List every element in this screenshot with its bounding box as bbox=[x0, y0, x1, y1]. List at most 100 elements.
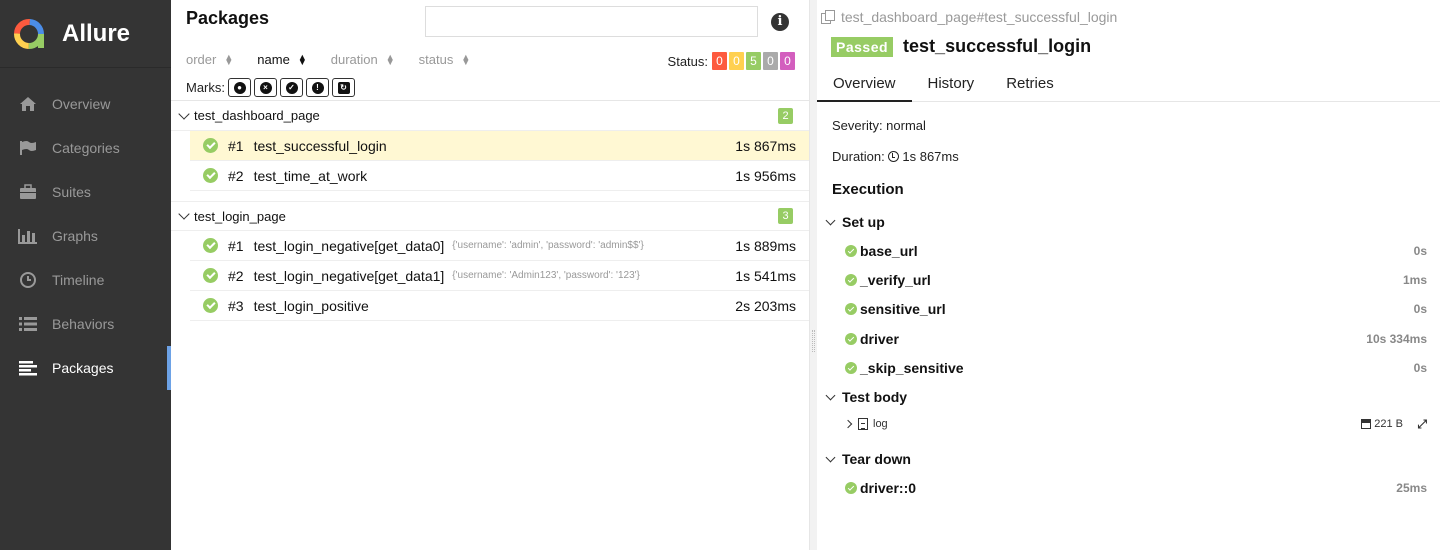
sidebar-item-overview[interactable]: Overview bbox=[0, 82, 171, 126]
sort-duration[interactable]: duration ▲ ▼ bbox=[331, 52, 395, 67]
setup-section-toggle[interactable]: Set up bbox=[825, 214, 885, 230]
test-name: test_time_at_work bbox=[253, 167, 368, 184]
status-badge: Passed bbox=[831, 36, 894, 57]
step-name: base_url bbox=[860, 243, 918, 259]
test-body-section-toggle[interactable]: Test body bbox=[825, 389, 907, 405]
duration-label: Duration: bbox=[832, 149, 885, 164]
test-row[interactable]: #2 test_time_at_work 1s 956ms bbox=[190, 161, 810, 191]
step-row[interactable]: driver 10s 334ms bbox=[845, 331, 1427, 347]
test-number: #2 bbox=[228, 267, 244, 284]
tab-overview[interactable]: Overview bbox=[817, 68, 912, 102]
brand[interactable]: Allure bbox=[0, 0, 171, 68]
mark-new-failed-toggle[interactable]: × bbox=[254, 78, 277, 97]
step-row[interactable]: base_url 0s bbox=[845, 243, 1427, 259]
info-icon[interactable]: i bbox=[771, 13, 789, 31]
sidebar-item-behaviors[interactable]: Behaviors bbox=[0, 302, 171, 346]
sidebar-item-label: Packages bbox=[52, 360, 114, 376]
test-params: {'username': 'Admin123', 'password': '12… bbox=[452, 270, 640, 281]
sidebar-item-label: Overview bbox=[52, 96, 111, 112]
test-name: test_successful_login bbox=[253, 137, 387, 154]
sort-order-label: order bbox=[186, 52, 217, 67]
group-header[interactable]: test_dashboard_page 2 bbox=[171, 101, 809, 131]
step-row[interactable]: _verify_url 1ms bbox=[845, 272, 1427, 288]
pane-splitter[interactable] bbox=[809, 0, 817, 550]
sidebar-item-packages[interactable]: Packages bbox=[0, 346, 171, 390]
step-name: driver::0 bbox=[860, 480, 917, 496]
sidebar-item-categories[interactable]: Categories bbox=[0, 126, 171, 170]
execution-heading: Execution bbox=[832, 181, 904, 198]
sort-name-label: name bbox=[257, 52, 290, 67]
attachment-name: log bbox=[873, 418, 888, 430]
group-header[interactable]: test_login_page 3 bbox=[171, 201, 809, 231]
sort-name[interactable]: name ▲ ▼ bbox=[257, 52, 306, 67]
sidebar-item-suites[interactable]: Suites bbox=[0, 170, 171, 214]
clock-icon bbox=[888, 151, 900, 162]
test-duration: 1s 889ms bbox=[735, 237, 796, 254]
status-failed-toggle[interactable]: 0 bbox=[712, 52, 727, 70]
sidebar-item-label: Graphs bbox=[52, 228, 98, 244]
status-passed-toggle[interactable]: 5 bbox=[746, 52, 761, 70]
test-row[interactable]: #3 test_login_positive 2s 203ms bbox=[190, 291, 810, 321]
sort-bar: order ▲ ▼ name ▲ ▼ duration ▲ ▼ status ▲ ▼ bbox=[186, 52, 494, 67]
passed-status-icon bbox=[203, 268, 218, 283]
sidebar-item-label: Categories bbox=[52, 140, 120, 156]
mark-new-broken-toggle[interactable]: ! bbox=[306, 78, 329, 97]
stage-label: Tear down bbox=[842, 451, 911, 467]
sidebar-item-timeline[interactable]: Timeline bbox=[0, 258, 171, 302]
sidebar-item-graphs[interactable]: Graphs bbox=[0, 214, 171, 258]
status-broken-toggle[interactable]: 0 bbox=[729, 52, 744, 70]
test-row[interactable]: #2 test_login_negative[get_data1] {'user… bbox=[190, 261, 810, 291]
step-name: driver bbox=[860, 331, 899, 347]
step-row[interactable]: driver::0 25ms bbox=[845, 480, 1427, 496]
bar-chart-icon bbox=[18, 226, 38, 246]
passed-status-icon bbox=[845, 333, 857, 345]
sort-status[interactable]: status ▲ ▼ bbox=[419, 52, 471, 67]
refresh-icon: ↻ bbox=[337, 81, 350, 94]
search-input[interactable] bbox=[425, 6, 758, 37]
mark-new-passed-toggle[interactable]: ✓ bbox=[280, 78, 303, 97]
sort-arrows-icon: ▲ ▼ bbox=[297, 51, 307, 67]
teardown-section-toggle[interactable]: Tear down bbox=[825, 451, 911, 467]
duration-info: Duration: 1s 867ms bbox=[832, 149, 959, 164]
status-skipped-toggle[interactable]: 0 bbox=[763, 52, 778, 70]
test-duration: 2s 203ms bbox=[735, 297, 796, 314]
step-duration: 0s bbox=[1413, 302, 1427, 316]
mark-flaky-toggle[interactable]: ● bbox=[228, 78, 251, 97]
tree-group: test_login_page 3 #1 test_login_negative… bbox=[171, 201, 810, 321]
attachment-size-value: 221 B bbox=[1374, 418, 1403, 430]
test-number: #1 bbox=[228, 137, 244, 154]
breadcrumb-text: test_dashboard_page#test_successful_logi… bbox=[841, 9, 1118, 25]
passed-status-icon bbox=[203, 238, 218, 253]
test-row[interactable]: #1 test_login_negative[get_data0] {'user… bbox=[190, 231, 810, 261]
allure-logo-icon bbox=[14, 18, 44, 49]
group-name: test_login_page bbox=[194, 208, 286, 224]
step-duration: 25ms bbox=[1396, 481, 1427, 495]
test-params: {'username': 'admin', 'password': 'admin… bbox=[452, 240, 644, 251]
detail-tabs: Overview History Retries bbox=[817, 68, 1440, 102]
mark-retries-toggle[interactable]: ↻ bbox=[332, 78, 355, 97]
group-count-badge: 2 bbox=[778, 107, 793, 124]
breadcrumb[interactable]: test_dashboard_page#test_successful_logi… bbox=[821, 9, 1117, 25]
duration-value: 1s 867ms bbox=[902, 149, 959, 164]
chevron-down-icon bbox=[178, 208, 190, 220]
times-circle-icon: × bbox=[259, 81, 272, 94]
step-row[interactable]: sensitive_url 0s bbox=[845, 301, 1427, 317]
check-circle-icon: ✓ bbox=[285, 81, 298, 94]
step-row[interactable]: _skip_sensitive 0s bbox=[845, 360, 1427, 376]
passed-status-icon bbox=[203, 168, 218, 183]
test-number: #3 bbox=[228, 297, 244, 314]
step-duration: 10s 334ms bbox=[1366, 332, 1427, 346]
status-label: Status: bbox=[667, 53, 708, 69]
step-duration: 1ms bbox=[1402, 273, 1427, 287]
marks-label: Marks: bbox=[186, 80, 225, 95]
test-row[interactable]: #1 test_successful_login 1s 867ms bbox=[190, 131, 810, 161]
status-unknown-toggle[interactable]: 0 bbox=[780, 52, 795, 70]
step-duration: 0s bbox=[1413, 244, 1427, 258]
expand-icon[interactable]: ⤢ bbox=[1417, 417, 1427, 432]
group-name: test_dashboard_page bbox=[194, 108, 320, 123]
tab-history[interactable]: History bbox=[912, 68, 991, 102]
sort-order[interactable]: order ▲ ▼ bbox=[186, 52, 233, 67]
tab-retries[interactable]: Retries bbox=[990, 68, 1070, 102]
test-duration: 1s 867ms bbox=[735, 137, 796, 154]
attachment-row[interactable]: log 221 B ⤢ bbox=[843, 417, 1427, 432]
